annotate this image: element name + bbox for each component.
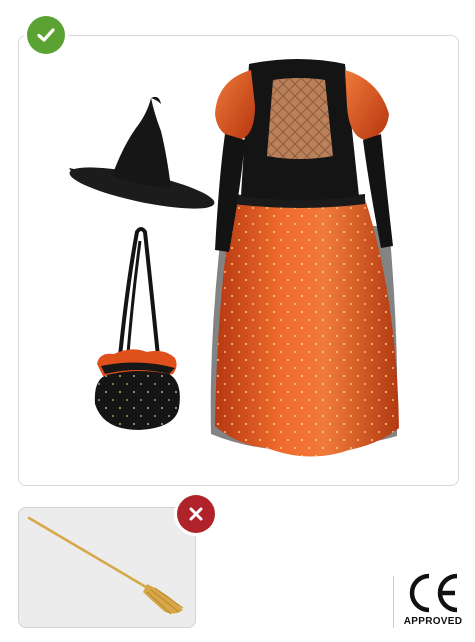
ce-mark-logo xyxy=(409,573,458,613)
not-included-badge xyxy=(177,495,215,533)
close-icon xyxy=(189,507,203,521)
broomstick xyxy=(27,516,184,615)
ce-approved-label: APPROVED xyxy=(403,616,463,627)
check-icon xyxy=(37,28,55,42)
included-badge xyxy=(27,16,65,54)
ce-certification: APPROVED xyxy=(397,572,469,632)
witch-hat xyxy=(69,96,215,209)
ce-divider xyxy=(393,576,394,628)
witch-handbag xyxy=(94,227,180,430)
not-included-panel xyxy=(18,507,196,628)
witch-dress xyxy=(210,59,399,457)
included-items-illustration xyxy=(69,59,399,457)
included-items-panel xyxy=(18,35,459,486)
